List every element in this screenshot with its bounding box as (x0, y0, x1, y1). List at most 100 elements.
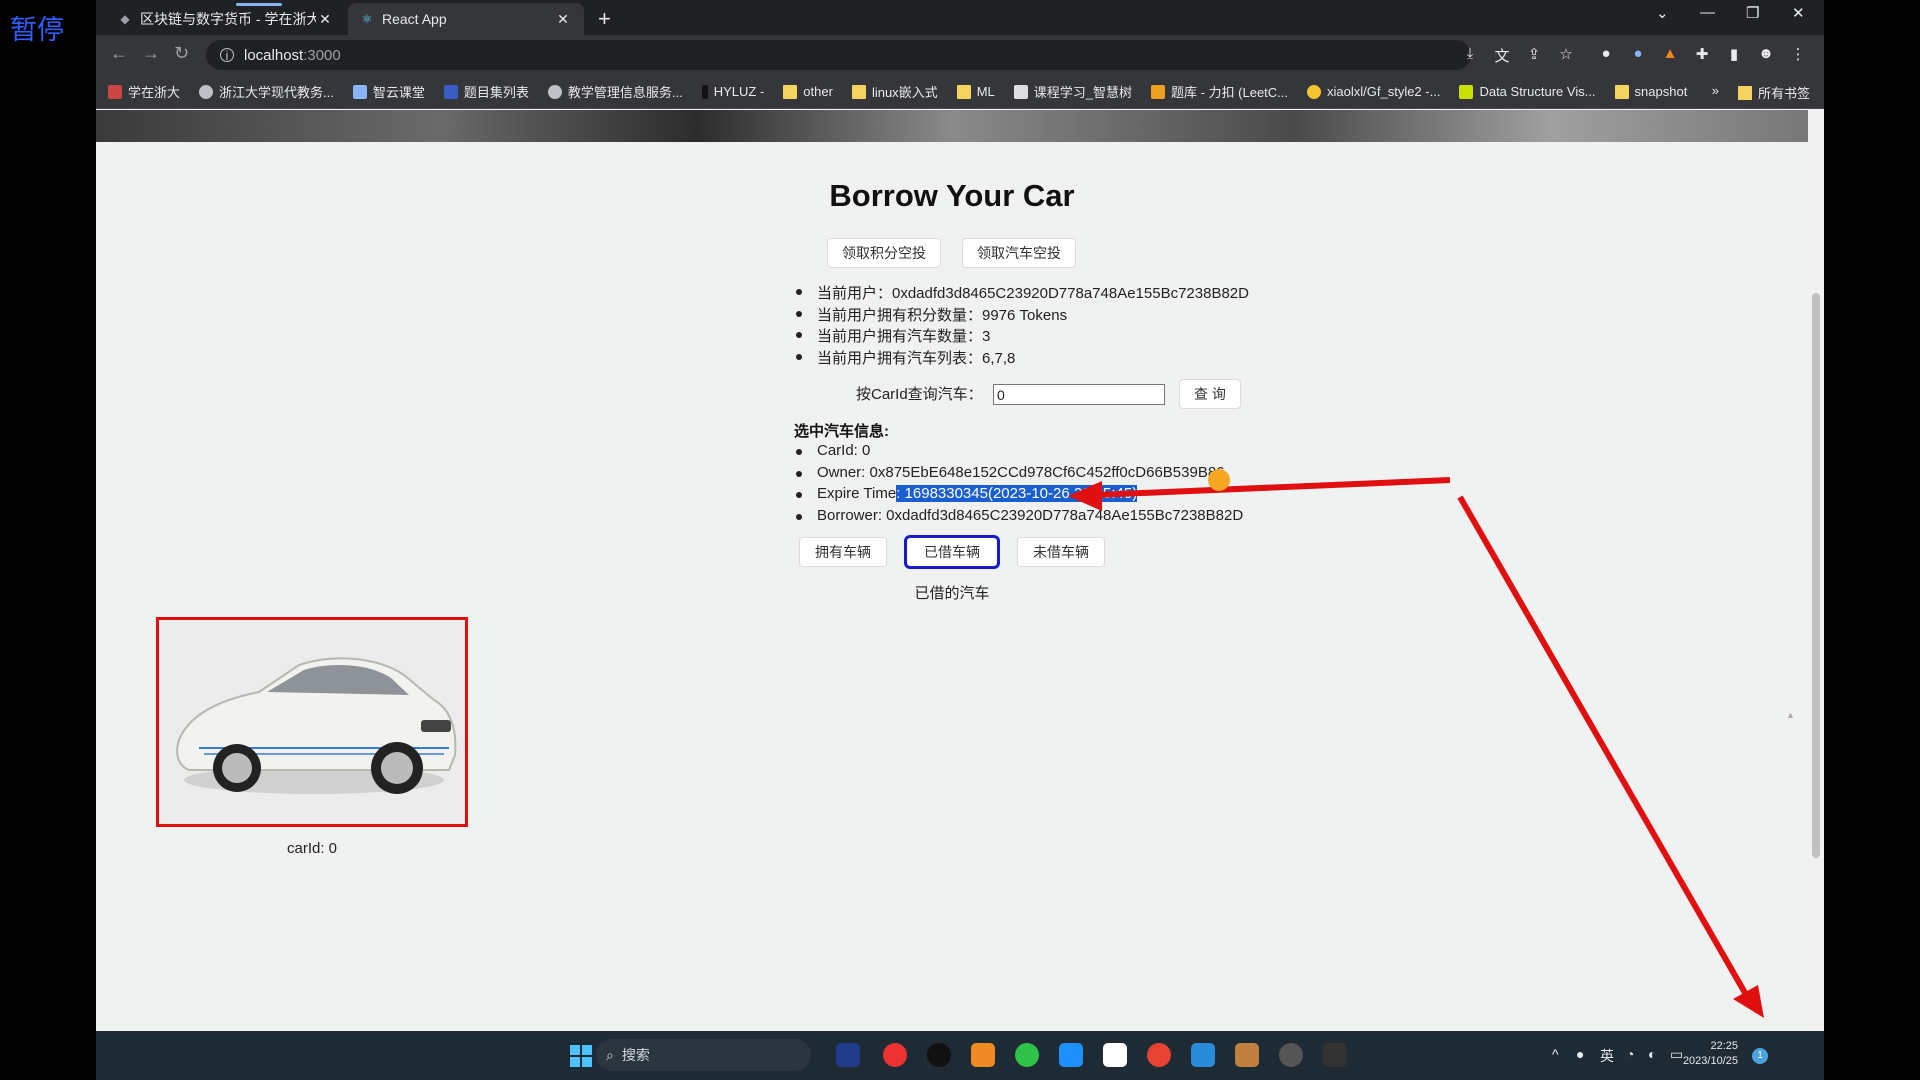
metamask-fox-icon[interactable]: ▲ (1660, 45, 1680, 65)
extension-blue-icon[interactable]: ● (1628, 45, 1648, 65)
site-icon (1307, 84, 1322, 99)
site-icon (352, 84, 367, 99)
tray-expand-icon[interactable]: ^ (1552, 1046, 1559, 1062)
token-balance: 当前用户拥有积分数量：9976 Tokens (796, 304, 1249, 326)
car-list: 当前用户拥有汽车列表：6,7,8 (796, 347, 1249, 369)
car-card[interactable] (156, 617, 468, 827)
taskbar-clock[interactable]: 22:25 2023/10/25 (1683, 1039, 1738, 1069)
not-borrowed-cars-button[interactable]: 未借车辆 (1017, 537, 1105, 567)
react-icon: ⚛ (361, 12, 373, 26)
feishu-icon[interactable] (1059, 1043, 1083, 1067)
notification-badge[interactable]: 1 (1752, 1048, 1768, 1064)
share-icon[interactable]: ⇪ (1524, 45, 1544, 65)
clock-time: 22:25 (1710, 1040, 1738, 1052)
typora-icon[interactable] (1103, 1043, 1127, 1067)
windows-start-icon[interactable] (569, 1044, 593, 1068)
bookmark-folder[interactable]: ML (956, 84, 995, 99)
tab-title: 区块链与数字货币 - 学在浙大 (140, 11, 316, 27)
bookmarks-overflow-icon[interactable]: » (1712, 83, 1719, 98)
car-id-input[interactable] (993, 384, 1165, 405)
tab-search-icon[interactable]: ⌄ (1656, 4, 1669, 22)
address-host: localhost (244, 46, 304, 64)
wifi-icon[interactable]: ◔ (1626, 1046, 1634, 1062)
restore-icon[interactable]: ❐ (1746, 4, 1759, 22)
volume-icon[interactable]: ◐ (1648, 1046, 1656, 1062)
microphone-icon[interactable]: ● (1576, 1046, 1584, 1062)
extension-circle-icon[interactable]: ● (1596, 45, 1616, 65)
reload-icon[interactable]: ↻ (174, 43, 189, 64)
back-icon[interactable]: ← (110, 43, 128, 64)
bookmark-item[interactable]: 学在浙大 (108, 82, 180, 101)
close-tab-icon[interactable]: ✕ (316, 11, 334, 28)
bookmark-item[interactable]: 题目集列表 (443, 82, 529, 101)
folder-icon (956, 84, 971, 99)
tab-react-app[interactable]: ⚛ React App ✕ (348, 3, 584, 35)
scrollbar-thumb[interactable] (1812, 293, 1820, 858)
profile-icon[interactable]: ☻ (1756, 45, 1776, 65)
bookmark-folder[interactable]: snapshot (1614, 84, 1687, 99)
windows-taskbar: ⌕ 搜索 ^ ● 英 ◔ ◐ ▭ 22:25 2023/10/25 1 (96, 1031, 1824, 1080)
github-icon[interactable] (1279, 1043, 1303, 1067)
chrome-icon[interactable] (1147, 1043, 1171, 1067)
borrowed-cars-button[interactable]: 已借车辆 (904, 535, 1000, 569)
menu-dots-icon[interactable]: ⋮ (1788, 45, 1808, 65)
site-info-icon[interactable]: i (220, 48, 234, 63)
battery-icon[interactable]: ▭ (1670, 1046, 1683, 1063)
install-app-icon[interactable]: ⤓ (1460, 45, 1480, 65)
bookmark-item[interactable]: 智云课堂 (352, 82, 425, 101)
page-scrollbar[interactable] (1808, 110, 1824, 1031)
bookmark-folder[interactable]: linux嵌入式 (851, 82, 938, 101)
address-bar[interactable]: i localhost:3000 (206, 40, 1471, 70)
bookmark-item[interactable]: 题库 - 力扣 (LeetC... (1150, 82, 1288, 101)
bookmark-star-icon[interactable]: ☆ (1556, 45, 1576, 65)
selected-car-info: CarId: 0 Owner: 0x875EbE648e152CCd978Cf6… (796, 442, 1243, 529)
folder-icon (1737, 85, 1752, 100)
selected-car-owner: Owner: 0x875EbE648e152CCd978Cf6C452ff0cD… (796, 464, 1243, 486)
bookmark-item[interactable]: 浙江大学现代教务... (199, 82, 334, 101)
site-icon (108, 84, 122, 99)
query-label: 按CarId查询汽车： (856, 386, 983, 403)
globe-icon (199, 84, 214, 99)
translate-icon[interactable]: 文 (1492, 45, 1512, 65)
vscode-icon[interactable] (1191, 1043, 1215, 1067)
bookmark-folder[interactable]: other (783, 84, 833, 99)
side-panel-icon[interactable]: ▮ (1724, 45, 1744, 65)
address-port: :3000 (303, 46, 341, 64)
bookmark-item[interactable]: HYLUZ - (701, 84, 764, 99)
minimize-icon[interactable]: — (1700, 4, 1715, 21)
close-tab-icon[interactable]: ✕ (554, 11, 572, 28)
site-favicon-icon: ◆ (120, 12, 130, 26)
wechat-icon[interactable] (1015, 1043, 1039, 1067)
extensions-puzzle-icon[interactable]: ✚ (1692, 45, 1712, 65)
taskbar-search[interactable]: ⌕ 搜索 (596, 1039, 811, 1071)
browser-toolbar: ← → ↻ i localhost:3000 ⤓ 文 ⇪ ☆ ● ● ▲ ✚ ▮… (96, 35, 1824, 75)
close-window-icon[interactable]: ✕ (1792, 4, 1805, 22)
tab-zju-course[interactable]: ◆ 区块链与数字货币 - 学在浙大 ✕ (106, 3, 346, 35)
taskview-icon[interactable] (836, 1043, 860, 1067)
query-button[interactable]: 查 询 (1179, 379, 1241, 409)
bookmarks-bar: 学在浙大 浙江大学现代教务... 智云课堂 题目集列表 教学管理信息服务... … (96, 75, 1824, 109)
bookmark-item[interactable]: xiaolxl/Gf_style2 -... (1307, 84, 1440, 99)
folder-icon (851, 84, 866, 99)
scroll-up-icon[interactable]: ▲ (1786, 710, 1795, 720)
airdrop-points-button[interactable]: 领取积分空投 (827, 238, 941, 268)
package-icon[interactable] (1235, 1043, 1259, 1067)
site-icon (1459, 84, 1474, 99)
netease-music-icon[interactable] (883, 1043, 907, 1067)
current-user: 当前用户：0xdadfd3d8465C23920D778a748Ae155Bc7… (796, 282, 1249, 304)
expire-time-selection: : 1698330345(2023-10-26 22:25:45) (896, 485, 1138, 503)
tab-strip: ◆ 区块链与数字货币 - 学在浙大 ✕ ⚛ React App ✕ + ⌄ — … (96, 0, 1824, 35)
bookmark-item[interactable]: 课程学习_智慧树 (1013, 82, 1132, 101)
office-icon[interactable] (971, 1043, 995, 1067)
all-bookmarks-folder[interactable]: 所有书签 (1737, 83, 1810, 102)
bookmark-item[interactable]: Data Structure Vis... (1459, 84, 1596, 99)
terminal-icon[interactable] (1323, 1043, 1347, 1067)
forward-icon[interactable]: → (142, 43, 160, 64)
qq-icon[interactable] (927, 1043, 951, 1067)
owned-cars-button[interactable]: 拥有车辆 (799, 537, 887, 567)
bookmark-item[interactable]: 教学管理信息服务... (547, 82, 683, 101)
ime-indicator[interactable]: 英 (1600, 1046, 1614, 1066)
new-tab-icon[interactable]: + (598, 6, 611, 32)
airdrop-car-button[interactable]: 领取汽车空投 (962, 238, 1076, 268)
tab-loading-indicator (236, 3, 282, 6)
